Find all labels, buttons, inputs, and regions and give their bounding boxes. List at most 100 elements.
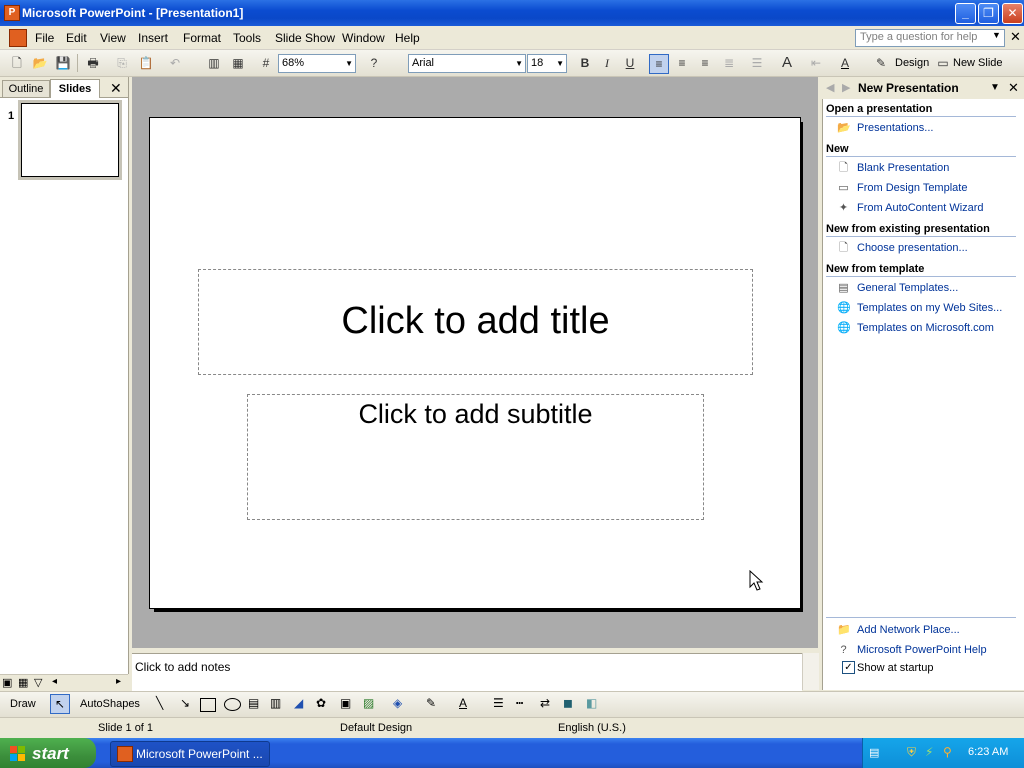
insert-chart-icon[interactable]: ▥ (205, 54, 223, 72)
line-color-icon[interactable]: ✎ (426, 696, 436, 710)
menu-view[interactable]: View (100, 31, 126, 45)
menu-edit[interactable]: Edit (66, 31, 87, 45)
menu-window[interactable]: Window (342, 31, 385, 45)
design-icon[interactable]: ✎ (872, 54, 890, 72)
maximize-button[interactable]: ❐ (978, 3, 999, 24)
dash-style-icon[interactable]: ┅ (516, 696, 523, 710)
copy-icon[interactable]: ⎘ (113, 54, 131, 72)
link-presentations[interactable]: Presentations... (857, 122, 933, 134)
design-button[interactable]: Design (895, 57, 929, 69)
link-templates-web-sites[interactable]: Templates on my Web Sites... (857, 302, 1002, 314)
menu-slide-show[interactable]: Slide Show (275, 31, 335, 45)
forward-icon[interactable]: ▶ (842, 81, 850, 94)
slide-sorter-icon[interactable]: ▦ (18, 676, 28, 689)
help-icon[interactable]: ? (365, 54, 383, 72)
notes-scrollbar[interactable] (802, 653, 819, 690)
insert-table-icon[interactable]: ▦ (229, 54, 247, 72)
new-icon[interactable]: 🗋 (8, 54, 26, 72)
oval-tool-icon[interactable] (224, 698, 241, 711)
font-color-icon[interactable]: A (836, 54, 854, 72)
new-slide-button[interactable]: New Slide (953, 57, 1003, 69)
italic-button[interactable]: I (598, 54, 616, 72)
taskbar-powerpoint-button[interactable]: Microsoft PowerPoint ... (110, 741, 270, 767)
zoom-select[interactable]: 68% ▼ (278, 54, 356, 73)
text-box-icon[interactable]: ▤ (248, 696, 259, 710)
print-icon[interactable]: 🖶 (84, 54, 102, 72)
scroll-left-icon[interactable]: ◂ (52, 676, 57, 687)
menu-tools[interactable]: Tools (233, 31, 261, 45)
align-center-icon[interactable]: ≡ (673, 54, 691, 72)
arrow-style-icon[interactable]: ⇄ (540, 696, 550, 710)
link-powerpoint-help[interactable]: Microsoft PowerPoint Help (857, 644, 987, 656)
line-style-icon[interactable]: ☰ (493, 696, 504, 710)
insert-picture-icon[interactable]: ▨ (363, 696, 374, 710)
link-choose-presentation[interactable]: Choose presentation... (857, 242, 968, 254)
show-at-startup-checkbox[interactable]: ✓ (842, 661, 855, 674)
tab-slides[interactable]: Slides (50, 79, 100, 98)
scroll-right-icon[interactable]: ▸ (116, 676, 121, 687)
new-slide-icon[interactable]: ▭ (934, 54, 952, 72)
diagram-icon[interactable]: ◢ (294, 696, 303, 710)
document-icon[interactable] (9, 29, 27, 47)
save-icon[interactable]: 💾 (54, 54, 72, 72)
link-from-design-template[interactable]: From Design Template (857, 182, 967, 194)
underline-button[interactable]: U (621, 54, 639, 72)
org-chart-icon[interactable]: ✿ (316, 696, 326, 710)
slide-scrollbar[interactable] (803, 77, 818, 648)
menu-insert[interactable]: Insert (138, 31, 168, 45)
draw-menu-button[interactable]: Draw (10, 698, 36, 710)
menu-help[interactable]: Help (395, 31, 420, 45)
link-general-templates[interactable]: General Templates... (857, 282, 958, 294)
close-button[interactable]: ✕ (1002, 3, 1023, 24)
powerpoint-app-icon[interactable]: P (4, 5, 20, 21)
notes-area[interactable]: Click to add notes (132, 653, 802, 691)
minimize-button[interactable]: _ (955, 3, 976, 24)
decrease-indent-icon[interactable]: ⇤ (807, 54, 825, 72)
arrow-tool-icon[interactable]: ↘ (180, 696, 190, 710)
normal-view-icon[interactable]: ▣ (2, 676, 12, 689)
security-shield-icon[interactable]: ⛨ (907, 745, 916, 760)
link-add-network-place[interactable]: Add Network Place... (857, 624, 960, 636)
justify-icon[interactable]: ≣ (720, 54, 738, 72)
help-dropdown-icon[interactable]: ▼ (992, 30, 1001, 40)
grid-icon[interactable]: # (257, 54, 275, 72)
title-placeholder[interactable]: Click to add title (198, 269, 753, 375)
link-blank-presentation[interactable]: Blank Presentation (857, 162, 949, 174)
wordart-icon[interactable]: ▥ (270, 696, 281, 710)
link-templates-microsoft[interactable]: Templates on Microsoft.com (857, 322, 994, 334)
network-icon[interactable]: ⚡ (925, 745, 933, 759)
clip-art-icon[interactable]: ▣ (340, 696, 351, 710)
slide-thumbnail[interactable] (18, 100, 122, 180)
undo-icon[interactable]: ↶ (166, 54, 184, 72)
bullets-icon[interactable]: ☰ (748, 54, 766, 72)
paste-icon[interactable]: 📋 (137, 54, 155, 72)
slideshow-view-icon[interactable]: ▽ (34, 676, 42, 689)
3d-style-icon[interactable]: ◧ (586, 696, 597, 710)
start-button[interactable]: start (0, 738, 96, 768)
close-document-icon[interactable]: ✕ (1010, 29, 1021, 45)
draw-font-color-icon[interactable]: A (459, 696, 467, 710)
align-right-icon[interactable]: ≡ (696, 54, 714, 72)
font-size-select[interactable]: 18 ▼ (527, 54, 567, 73)
close-pane-icon[interactable]: ✕ (110, 80, 122, 97)
search-icon[interactable]: ⚲ (943, 745, 952, 759)
menu-file[interactable]: File (35, 31, 54, 45)
tab-outline[interactable]: Outline (2, 80, 50, 97)
menu-format[interactable]: Format (183, 31, 221, 45)
align-left-icon[interactable]: ≡ (649, 54, 669, 74)
back-icon[interactable]: ◀ (826, 81, 834, 94)
line-tool-icon[interactable]: ╲ (156, 696, 163, 710)
link-autocontent-wizard[interactable]: From AutoContent Wizard (857, 202, 984, 214)
task-pane-menu-icon[interactable]: ▼ (990, 82, 1000, 93)
help-search-input[interactable]: Type a question for help ▼ (855, 29, 1005, 47)
rectangle-tool-icon[interactable] (200, 698, 216, 712)
select-pointer-icon[interactable]: ↖ (50, 694, 70, 714)
fill-color-icon[interactable]: ◈ (393, 696, 402, 710)
bold-button[interactable]: B (576, 54, 594, 72)
increase-font-icon[interactable]: A (778, 54, 796, 72)
subtitle-placeholder[interactable]: Click to add subtitle (247, 394, 704, 520)
font-select[interactable]: Arial ▼ (408, 54, 526, 73)
autoshapes-menu-button[interactable]: AutoShapes (80, 698, 140, 710)
open-icon[interactable]: 📂 (31, 54, 49, 72)
keyboard-icon[interactable]: ▤ (869, 746, 879, 759)
